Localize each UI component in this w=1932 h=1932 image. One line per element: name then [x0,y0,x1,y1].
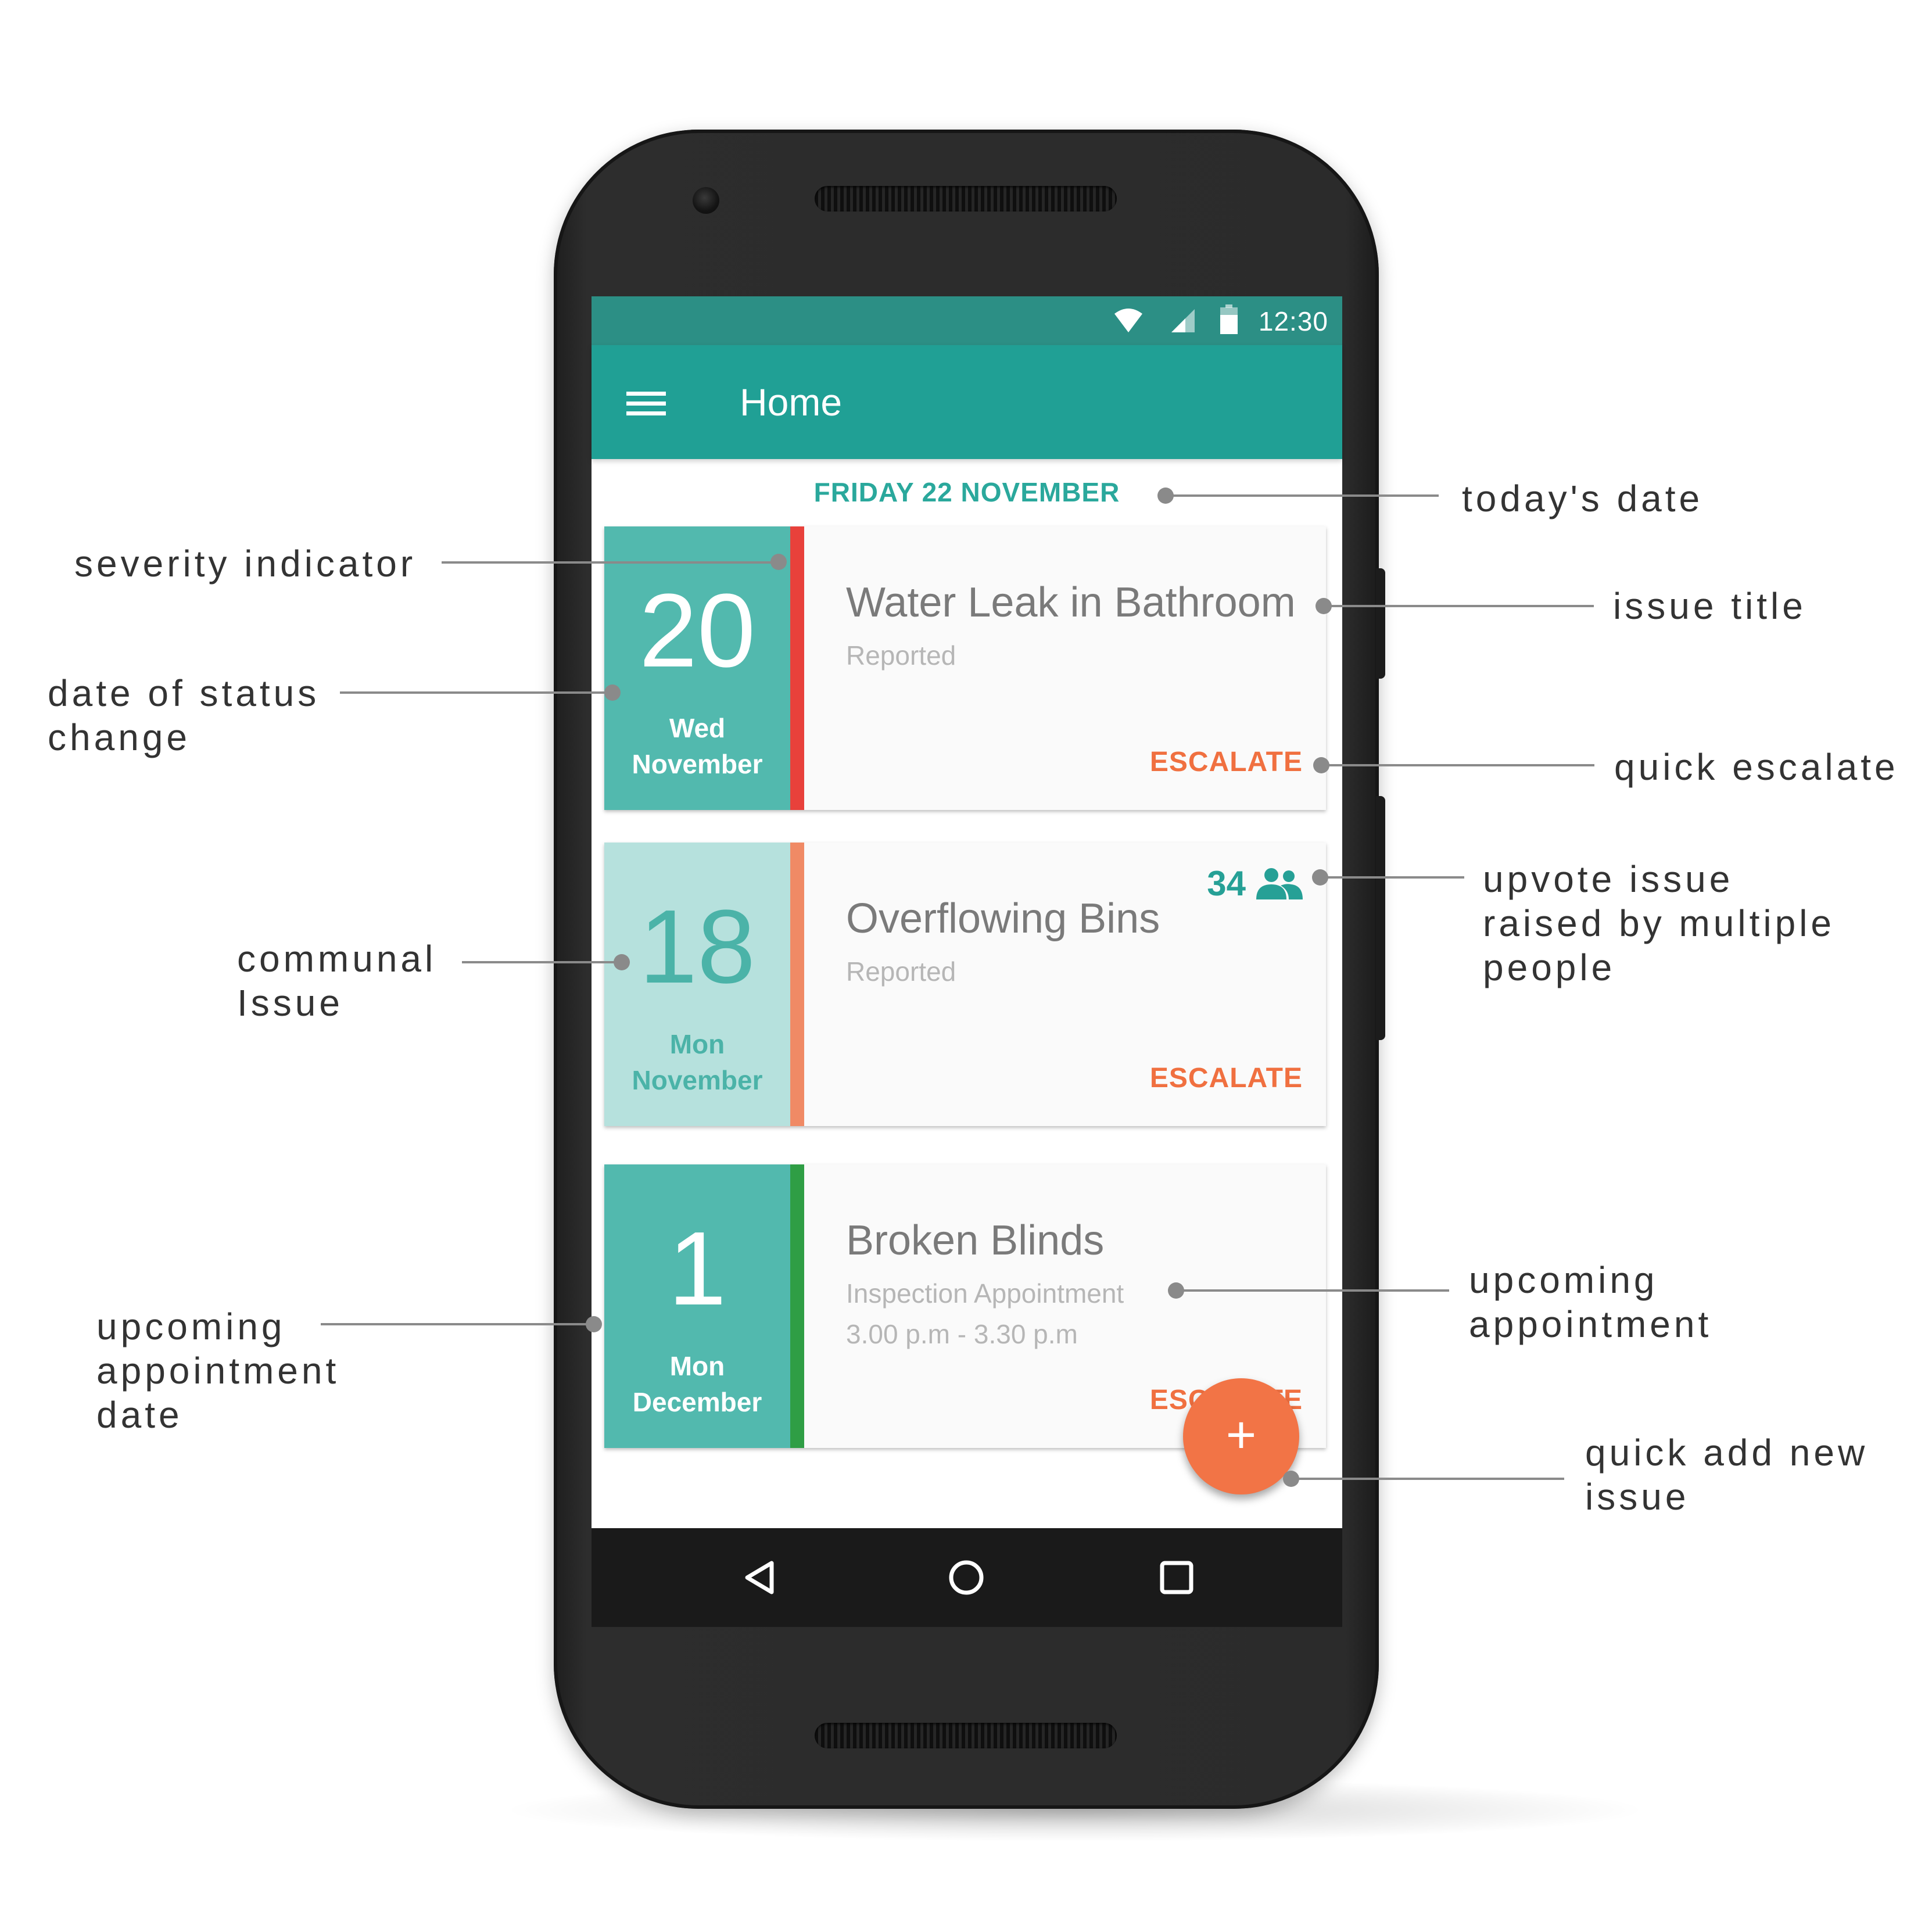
upvote-count: 34 [1207,864,1246,903]
severity-indicator [790,843,804,1126]
home-circle-icon[interactable] [940,1551,992,1604]
date-block: 1 Mon December [604,1164,790,1448]
callout-quick-add-line1: quick add new [1585,1432,1869,1474]
callout-line [321,1323,594,1325]
callout-appointment-date-line1: upcoming [96,1306,286,1347]
callout-upvote-issue-line1: upvote issue [1483,858,1734,900]
recents-square-icon[interactable] [1150,1551,1203,1604]
plus-icon: + [1225,1406,1257,1464]
status-time: 12:30 [1258,306,1328,336]
callout-upcoming-appointment-line1: upcoming [1469,1259,1658,1301]
date-day-number: 20 [639,572,756,689]
callout-quick-add-line2: issue [1585,1476,1690,1518]
people-group-icon [1256,868,1303,899]
callout-line [1176,1289,1449,1292]
app-bar: Home [592,345,1342,459]
issue-card[interactable]: 20 Wed November Water Leak in Bathroom R… [604,526,1326,810]
callout-date-of-status-change-line2: change [48,716,191,758]
callout-line [1291,1478,1564,1480]
date-day-number: 1 [668,1210,727,1327]
callout-line [442,561,779,564]
power-button [1376,568,1385,679]
back-triangle-icon[interactable] [736,1551,788,1604]
wifi-icon [1114,309,1142,332]
callout-severity-indicator: severity indicator [74,543,417,585]
date-weekday: Wed [669,713,726,743]
callout-quick-escalate: quick escalate [1614,746,1899,788]
severity-indicator [790,1164,804,1448]
volume-button [1376,796,1385,1040]
callout-upvote-issue-line3: people [1483,947,1616,988]
callout-appointment-date-line2: appointment [96,1350,340,1392]
date-weekday: Mon [669,1029,725,1059]
callout-dot [614,954,630,970]
date-weekday: Mon [669,1351,725,1381]
battery-icon [1220,304,1238,334]
issue-title: Overflowing Bins [846,895,1160,942]
date-month: November [632,749,763,779]
issue-title: Broken Blinds [846,1217,1105,1264]
date-day-number: 18 [639,888,756,1005]
signal-icon [1171,309,1195,332]
date-block: 18 Mon November [604,843,790,1126]
appointment-time: 3.00 p.m - 3.30 p.m [846,1319,1078,1349]
status-bar: 12:30 [592,296,1342,345]
callout-appointment-date-line3: date [96,1394,183,1436]
escalate-button[interactable]: ESCALATE [1150,1062,1303,1094]
callout-line [1320,876,1464,879]
callout-line [1321,764,1594,766]
callout-issue-title: issue title [1613,585,1806,627]
date-month: December [632,1387,762,1417]
callout-communal-issue-line1: communal [237,938,437,980]
callout-communal-issue-line2: Issue [237,982,343,1024]
callout-line [462,961,622,963]
issue-title: Water Leak in Bathroom [846,579,1296,626]
callout-line [1324,605,1594,607]
navigation-bar [592,1528,1342,1627]
add-issue-button[interactable]: + [1183,1378,1299,1494]
issue-status: Reported [846,956,956,987]
date-month: November [632,1065,763,1095]
page-title: Home [740,381,843,424]
callout-dot [770,554,787,570]
callout-upcoming-appointment-line2: appointment [1469,1303,1712,1345]
callout-date-of-status-change-line1: date of status [48,672,320,714]
hamburger-menu-icon[interactable] [626,392,666,415]
callout-dot [604,684,621,701]
escalate-button[interactable]: ESCALATE [1150,746,1303,778]
date-block: 20 Wed November [604,526,790,810]
severity-indicator [790,526,804,810]
callout-todays-date: today's date [1462,478,1704,519]
appointment-label: Inspection Appointment [846,1278,1124,1309]
bottom-speaker [815,1723,1117,1748]
today-date: FRIDAY 22 NOVEMBER [813,477,1120,507]
front-camera [693,187,719,214]
callout-upvote-issue-line2: raised by multiple [1483,902,1835,944]
callout-line [340,691,613,694]
issue-card[interactable]: 18 Mon November 34 Overflowing Bins Repo… [604,843,1326,1126]
callout-line [1166,494,1439,497]
callout-dot [586,1316,602,1332]
issue-status: Reported [846,640,956,671]
top-speaker [815,186,1117,212]
